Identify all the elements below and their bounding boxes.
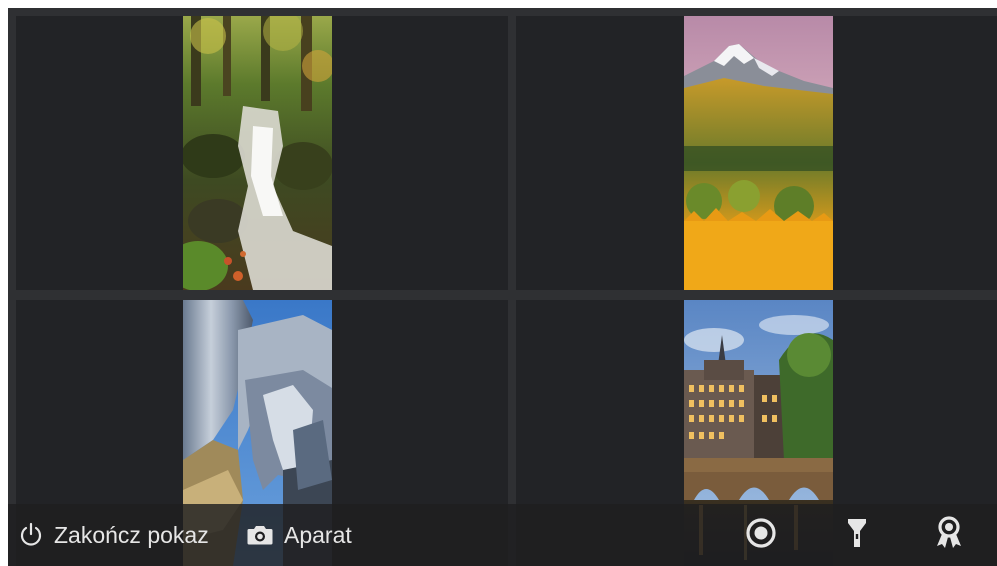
record-button[interactable] — [744, 517, 778, 554]
gallery-tile-1[interactable] — [16, 16, 508, 290]
photo-forest-waterfall[interactable] — [183, 16, 332, 290]
photo-autumn-mountain[interactable] — [684, 16, 833, 290]
flashlight-icon — [846, 517, 868, 554]
bottom-action-bar: Zakończ pokaz Aparat — [8, 504, 997, 566]
power-icon — [18, 522, 44, 548]
end-show-button[interactable]: Zakończ pokaz — [18, 504, 209, 566]
end-show-label: Zakończ pokaz — [54, 521, 209, 548]
record-icon — [745, 517, 777, 554]
flashlight-button[interactable] — [840, 518, 874, 552]
gallery-tile-2[interactable] — [516, 16, 997, 290]
award-icon — [933, 515, 965, 555]
award-button[interactable] — [932, 515, 966, 555]
screen: Zakończ pokaz Aparat — [8, 8, 997, 566]
camera-icon — [246, 523, 274, 547]
camera-button[interactable]: Aparat — [246, 504, 352, 566]
camera-label: Aparat — [284, 521, 352, 548]
